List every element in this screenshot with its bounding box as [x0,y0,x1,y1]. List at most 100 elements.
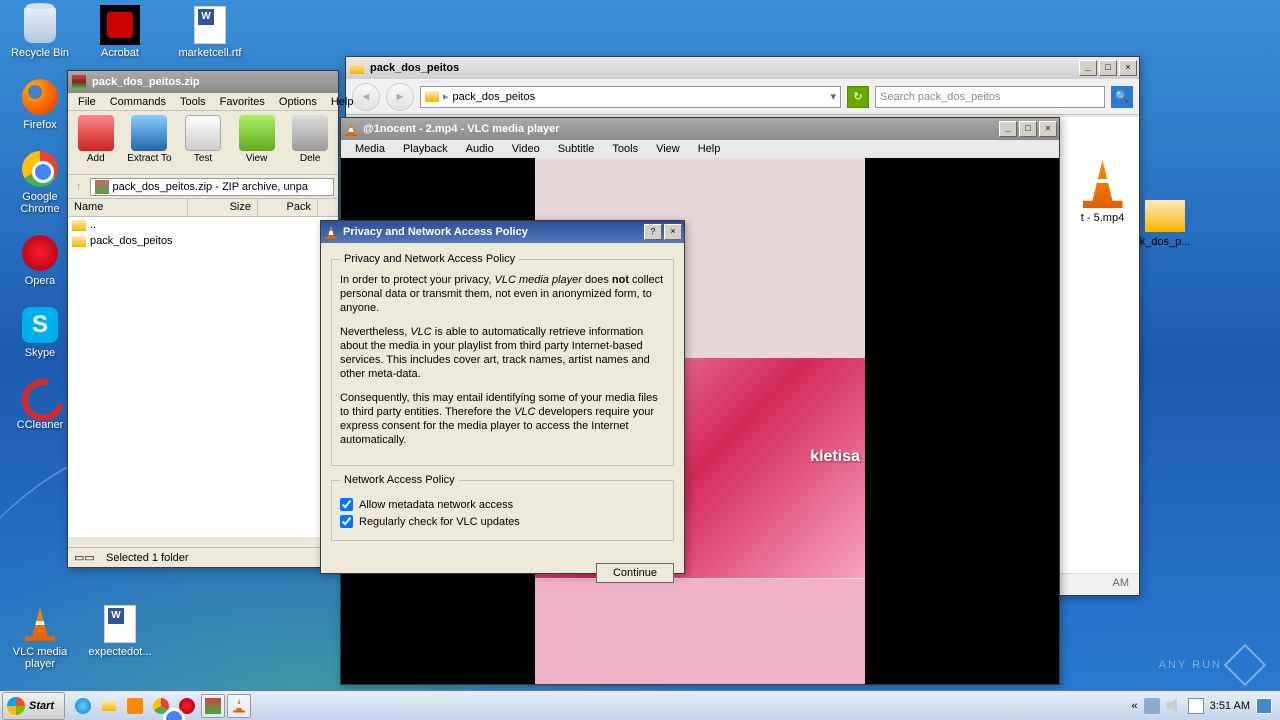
menu-commands[interactable]: Commands [104,95,172,108]
maximize-button[interactable]: □ [1099,60,1117,76]
menu-subtitle[interactable]: Subtitle [550,142,603,158]
toolbar-delete[interactable]: Dele [286,115,334,170]
checkbox-updates[interactable]: Regularly check for VLC updates [340,515,665,528]
desktop-icon-recycle-bin[interactable]: Recycle Bin [5,5,75,59]
search-button[interactable]: 🔍 [1111,86,1133,108]
explorer-icon [102,700,116,711]
menu-help[interactable]: Help [325,95,360,108]
menu-video[interactable]: Video [504,142,548,158]
vlc-icon [345,122,357,136]
close-button[interactable]: × [1039,121,1057,137]
taskbar-media[interactable] [123,694,147,718]
file-label: k_dos_p... [1140,236,1191,248]
group-title: Network Access Policy [340,474,459,486]
winrar-window[interactable]: pack_dos_peitos.zip File Commands Tools … [67,70,339,568]
test-icon [185,115,221,151]
tray-shield-icon[interactable] [1144,698,1160,714]
privacy-titlebar[interactable]: Privacy and Network Access Policy ? × [321,221,684,243]
toolbar-extract[interactable]: Extract To [126,115,174,170]
start-button[interactable]: Start [2,692,65,720]
toolbar-view[interactable]: View [233,115,281,170]
minimize-button[interactable]: _ [999,121,1017,137]
taskbar-chrome[interactable] [149,694,173,718]
desktop-icon-chrome[interactable]: Google Chrome [5,149,75,215]
desktop-icon-firefox[interactable]: Firefox [5,77,75,131]
icon-label: Skype [25,347,56,359]
col-name[interactable]: Name [68,199,188,216]
winrar-addressbar: ↑ pack_dos_peitos.zip - ZIP archive, unp… [68,175,338,199]
desktop-icon-marketcell[interactable]: marketcell.rtf [175,5,245,59]
file-item-folder[interactable]: k_dos_p... [1140,200,1190,248]
taskbar-explorer[interactable] [97,694,121,718]
extract-icon [131,115,167,151]
taskbar-winrar[interactable] [201,694,225,718]
explorer-title: pack_dos_peitos [368,62,1079,74]
menu-tools[interactable]: Tools [604,142,646,158]
vlc-titlebar[interactable]: @1nocent - 2.mp4 - VLC media player _ □ … [341,118,1059,140]
minimize-button[interactable]: _ [1079,60,1097,76]
menu-file[interactable]: File [72,95,102,108]
path-field[interactable]: pack_dos_peitos.zip - ZIP archive, unpa [90,178,335,196]
video-watermark: kletisa [810,448,860,466]
path-text: pack_dos_peitos.zip - ZIP archive, unpa [113,181,308,193]
menu-favorites[interactable]: Favorites [214,95,271,108]
icon-label: Google Chrome [5,191,75,215]
icon-label: Acrobat [101,47,139,59]
menu-view[interactable]: View [648,142,688,158]
anyrun-icon [1224,644,1266,686]
help-button[interactable]: ? [644,224,662,240]
menu-audio[interactable]: Audio [458,142,502,158]
tray-flag-icon[interactable] [1188,698,1204,714]
winrar-statusbar: ▭▭ Selected 1 folder [68,547,338,567]
file-item-mp4[interactable]: t - 5.mp4 [1065,160,1140,224]
desktop-icon-vlc[interactable]: VLC media player [5,604,75,670]
forward-button[interactable]: ► [386,83,414,111]
menu-media[interactable]: Media [347,142,393,158]
toolbar-test[interactable]: Test [179,115,227,170]
menu-options[interactable]: Options [273,95,323,108]
winrar-icon [205,698,221,714]
refresh-button[interactable]: ↻ [847,86,869,108]
desktop-icon-acrobat[interactable]: Acrobat [85,5,155,59]
privacy-dialog[interactable]: Privacy and Network Access Policy ? × Pr… [320,220,685,574]
explorer-titlebar[interactable]: pack_dos_peitos _ □ × [346,57,1139,79]
desktop-icon-ccleaner[interactable]: CCleaner [5,377,75,431]
start-label: Start [29,700,54,712]
icon-label: Opera [25,275,56,287]
menu-tools[interactable]: Tools [174,95,212,108]
desktop-icon-skype[interactable]: S Skype [5,305,75,359]
checkbox-metadata[interactable]: Allow metadata network access [340,498,665,511]
taskbar-vlc[interactable] [227,694,251,718]
taskbar-ie[interactable] [71,694,95,718]
checkbox-label: Allow metadata network access [359,499,513,511]
icon-label: Firefox [23,119,57,131]
winrar-titlebar[interactable]: pack_dos_peitos.zip [68,71,338,93]
menu-help[interactable]: Help [690,142,729,158]
desktop-icon-expectedot[interactable]: expectedot... [85,604,155,670]
tray-volume-icon[interactable] [1166,698,1182,714]
list-row-parent[interactable]: .. [68,217,338,233]
list-row-folder[interactable]: pack_dos_peitos [68,233,338,249]
opera-icon [22,235,58,271]
vlc-icon [325,225,337,239]
tray-expand[interactable]: « [1132,700,1138,712]
folder-icon [72,220,86,231]
continue-button[interactable]: Continue [596,563,674,583]
list-header: Name Size Pack [68,199,338,217]
list-body: .. pack_dos_peitos [68,217,338,537]
up-button[interactable]: ↑ [72,181,86,193]
search-input[interactable]: Search pack_dos_peitos [875,86,1105,108]
desktop-icon-opera[interactable]: Opera [5,233,75,287]
col-size[interactable]: Size [188,199,258,216]
updates-checkbox[interactable] [340,515,353,528]
close-button[interactable]: × [664,224,682,240]
menu-playback[interactable]: Playback [395,142,456,158]
clock[interactable]: 3:51 AM [1210,700,1250,712]
metadata-checkbox[interactable] [340,498,353,511]
close-button[interactable]: × [1119,60,1137,76]
col-packed[interactable]: Pack [258,199,318,216]
show-desktop[interactable] [1256,698,1272,714]
toolbar-add[interactable]: Add [72,115,120,170]
maximize-button[interactable]: □ [1019,121,1037,137]
address-bar[interactable]: ▸ pack_dos_peitos ▾ [420,86,841,108]
